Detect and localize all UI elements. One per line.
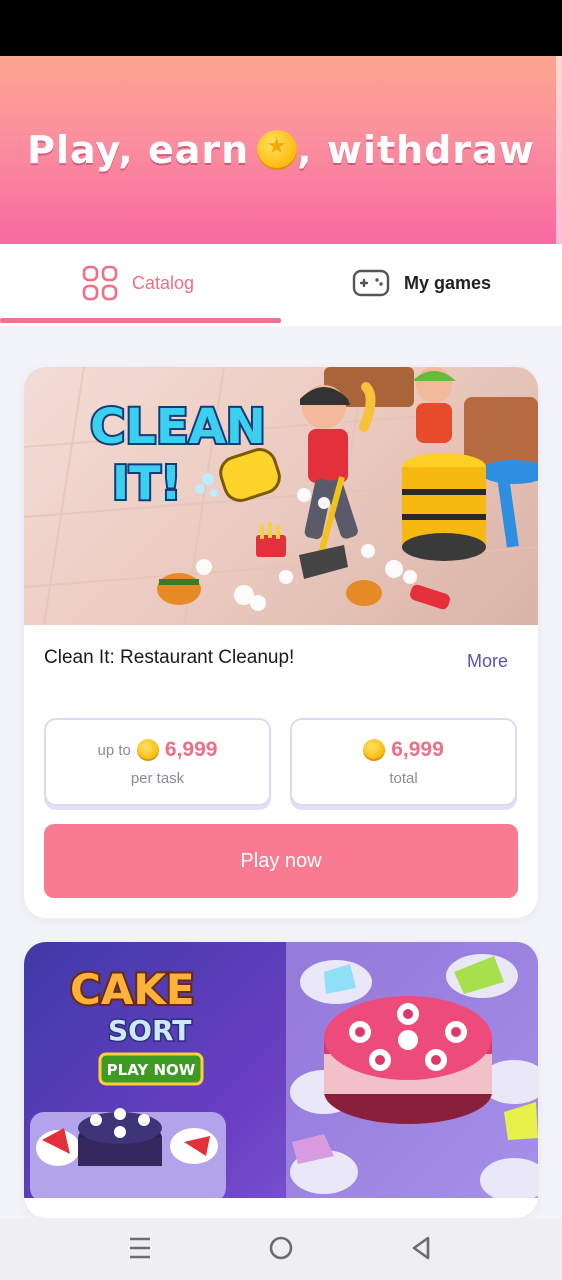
reward-caption: total [389, 770, 418, 787]
reward-total: 6,999 total [290, 718, 517, 806]
tab-my-games[interactable]: My games [352, 244, 491, 322]
reward-amount: 6,999 [391, 738, 444, 761]
back-triangle-icon[interactable] [410, 1235, 432, 1261]
game-title: Clean It: Restaurant Cleanup! [44, 647, 295, 668]
hero-banner: Play, earn , withdraw [0, 56, 562, 244]
grid-icon [82, 265, 118, 301]
reward-amount: 6,999 [164, 738, 218, 761]
reward-prefix: up to [97, 741, 131, 759]
status-bar [0, 0, 562, 56]
hero-title-part2: , withdraw [297, 128, 535, 172]
coin-icon [136, 739, 159, 761]
svg-text:PLAY NOW: PLAY NOW [107, 1061, 196, 1079]
coin-icon [363, 739, 386, 761]
svg-text:CAKE: CAKE [70, 965, 195, 1014]
gamepad-icon [352, 269, 390, 297]
svg-text:CLEAN: CLEAN [90, 399, 266, 455]
reward-caption: per task [130, 770, 185, 787]
system-navigation-bar [0, 1218, 562, 1280]
game-card[interactable]: CLEAN IT! Clean It: Restaurant Cleanup! … [24, 367, 538, 918]
tab-bar: Catalog My games [0, 244, 562, 326]
menu-icon[interactable] [128, 1235, 152, 1261]
active-tab-indicator [0, 318, 281, 323]
hero-title-part1: Play, earn [27, 128, 250, 172]
tab-my-games-label: My games [404, 272, 492, 293]
more-link[interactable]: More [467, 651, 508, 672]
reward-per-task: up to 6,999 per task [44, 718, 271, 806]
game-banner-image[interactable]: CAKE SORT PLAY NOW [24, 942, 538, 1198]
home-circle-icon[interactable] [268, 1235, 294, 1261]
game-card[interactable]: CAKE SORT PLAY NOW [24, 942, 538, 1218]
tab-catalog[interactable]: Catalog [82, 244, 194, 322]
clean-it-illustration: CLEAN IT! [24, 367, 538, 625]
hero-title: Play, earn , withdraw [0, 128, 562, 172]
coin-star-icon [257, 130, 298, 170]
cake-sort-illustration: CAKE SORT PLAY NOW [30, 942, 538, 1198]
svg-text:SORT: SORT [108, 1014, 191, 1047]
game-banner-image[interactable]: CLEAN IT! [24, 367, 538, 625]
play-now-button[interactable]: Play now [44, 824, 518, 898]
svg-text:IT!: IT! [112, 456, 181, 510]
tab-catalog-label: Catalog [132, 272, 195, 293]
